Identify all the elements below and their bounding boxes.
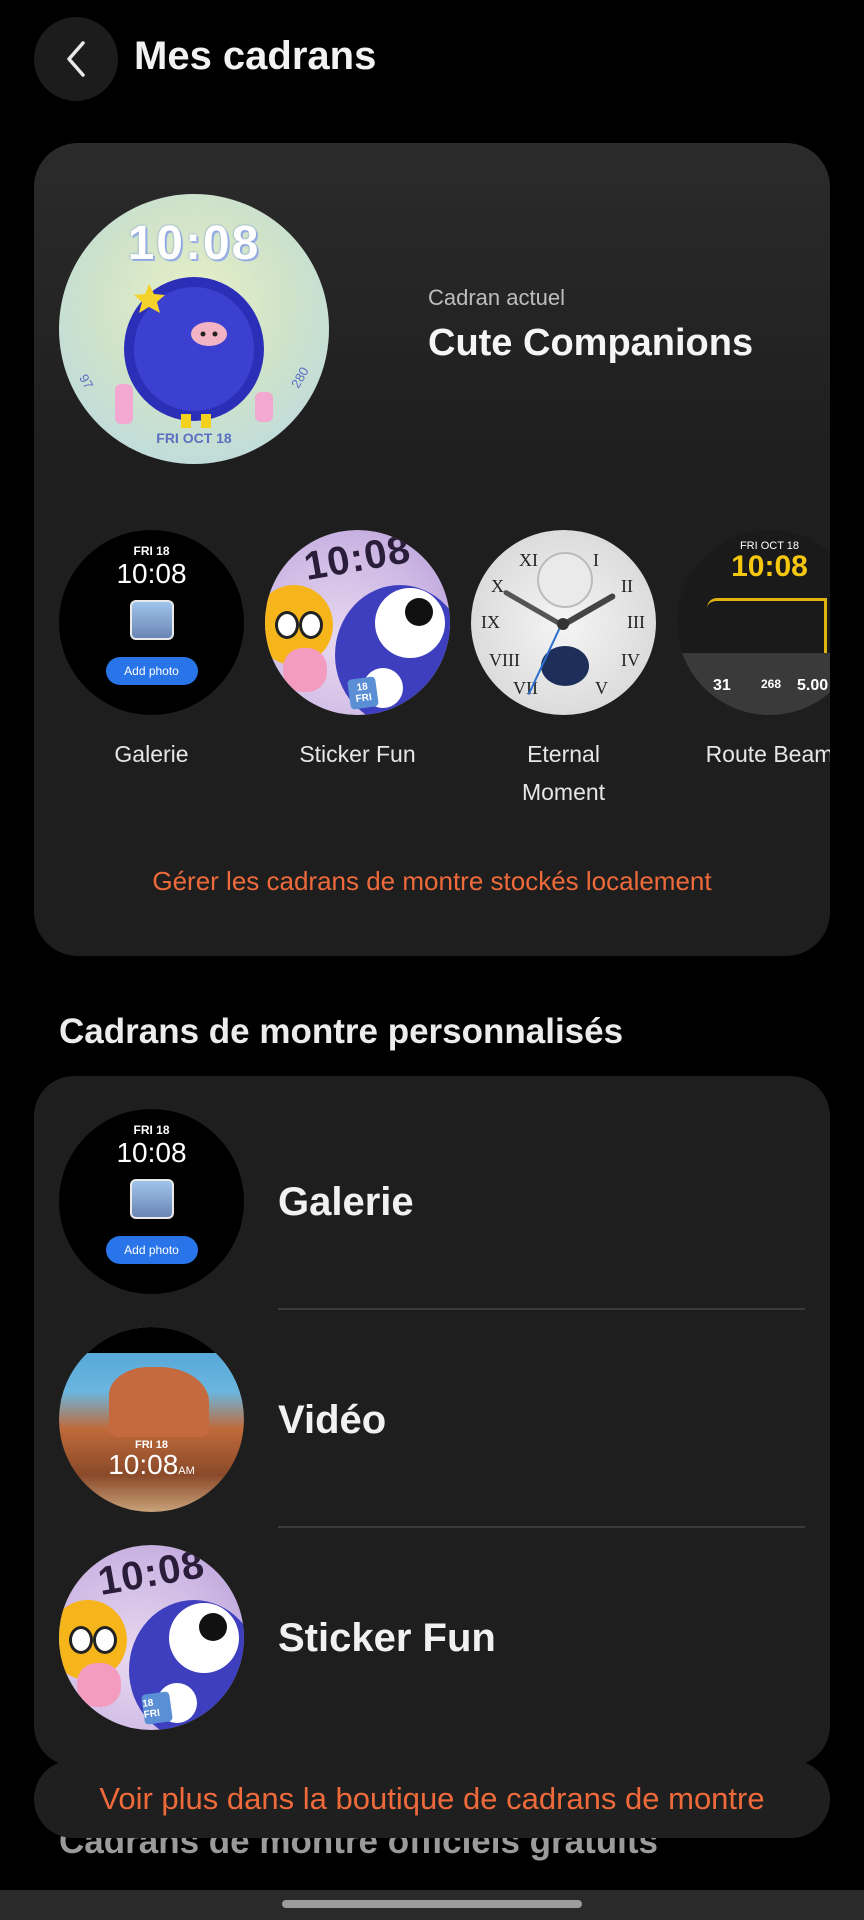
chevron-left-icon bbox=[67, 41, 85, 77]
home-indicator[interactable] bbox=[282, 1900, 582, 1908]
date-badge: 18 FRI bbox=[347, 676, 379, 710]
face-time-value: 10:08 bbox=[108, 1449, 179, 1480]
face-time: 10:08AM bbox=[59, 1449, 244, 1481]
carousel-item-label: Eternal Moment bbox=[471, 735, 656, 811]
face-time: 10:08 bbox=[300, 530, 415, 589]
current-face-preview[interactable]: 10:08 97 280 FRI OCT 18 bbox=[59, 194, 329, 464]
center-value: 268 bbox=[761, 677, 782, 691]
photo-icon bbox=[129, 600, 174, 640]
list-item-video[interactable]: FRI 18 10:08AM Vidéo bbox=[34, 1294, 830, 1512]
add-photo-button: Add photo bbox=[105, 657, 198, 685]
route-beam-face-thumbnail: FRI OCT 18 10:08 31 268 5.00 bbox=[677, 530, 830, 715]
installed-faces-carousel[interactable]: FRI 18 10:08 Add photo Galerie 10:08 18 … bbox=[34, 520, 830, 820]
sticker-fun-face-thumbnail: 10:08 18 FRI bbox=[59, 1545, 244, 1730]
sticker-fun-face-thumbnail: 10:08 18 FRI bbox=[265, 530, 450, 715]
custom-faces-section-title: Cadrans de montre personnalisés bbox=[59, 1012, 624, 1051]
carousel-item-eternal-moment[interactable]: XI I X II IX III VIII IV VII V Eternal M… bbox=[471, 530, 656, 811]
carousel-item-label: Route Beam bbox=[705, 741, 830, 767]
carousel-item-sticker-fun[interactable]: 10:08 18 FRI Sticker Fun bbox=[265, 530, 450, 773]
current-face-name: Cute Companions bbox=[428, 322, 754, 364]
video-face-thumbnail: FRI 18 10:08AM bbox=[59, 1327, 244, 1512]
eternal-moment-face-thumbnail: XI I X II IX III VIII IV VII V bbox=[471, 530, 656, 715]
current-face-right-number: 280 bbox=[288, 364, 313, 391]
list-item-label: Sticker Fun bbox=[278, 1615, 496, 1660]
manage-local-faces-link[interactable]: Gérer les cadrans de montre stockés loca… bbox=[34, 866, 830, 897]
face-time: 10:08 bbox=[731, 550, 808, 583]
back-button[interactable] bbox=[34, 17, 118, 101]
list-item-label: Galerie bbox=[278, 1179, 414, 1224]
current-face-label: Cadran actuel bbox=[428, 285, 565, 310]
list-item-galerie[interactable]: FRI 18 10:08 Add photo Galerie bbox=[34, 1076, 830, 1294]
list-item-label: Vidéo bbox=[278, 1397, 387, 1442]
label-line-1: Eternal bbox=[527, 741, 600, 767]
carousel-item-galerie[interactable]: FRI 18 10:08 Add photo Galerie bbox=[59, 530, 244, 773]
face-date: FRI 18 bbox=[133, 1123, 170, 1137]
list-item-sticker-fun[interactable]: 10:08 18 FRI Sticker Fun bbox=[34, 1512, 830, 1730]
date-badge: 18 FRI bbox=[141, 1691, 173, 1725]
face-time: 10:08 bbox=[94, 1545, 209, 1604]
carousel-item-route-beam[interactable]: FRI OCT 18 10:08 31 268 5.00 Route Beam bbox=[677, 530, 830, 773]
am-pm-label: AM bbox=[178, 1465, 195, 1477]
galerie-face-thumbnail: FRI 18 10:08 Add photo bbox=[59, 530, 244, 715]
add-photo-button: Add photo bbox=[105, 1236, 198, 1264]
face-date: FRI 18 bbox=[133, 544, 170, 558]
carousel-item-label: Sticker Fun bbox=[299, 741, 416, 767]
current-face-left-number: 97 bbox=[76, 371, 97, 392]
distance-value: 5.00 bbox=[797, 677, 829, 694]
page-title: Mes cadrans bbox=[134, 34, 377, 78]
face-time: 10:08 bbox=[116, 1137, 187, 1168]
fluffy-monster-illustration bbox=[115, 277, 273, 428]
current-face-time: 10:08 bbox=[127, 217, 261, 270]
face-time: 10:08 bbox=[116, 558, 187, 589]
current-face-date: FRI OCT 18 bbox=[156, 430, 232, 446]
carousel-item-label: Galerie bbox=[114, 741, 189, 767]
photo-icon bbox=[129, 1179, 174, 1219]
galerie-face-thumbnail: FRI 18 10:08 Add photo bbox=[59, 1109, 244, 1294]
watch-face-store-button[interactable]: Voir plus dans la boutique de cadrans de… bbox=[34, 1760, 830, 1838]
exercise-value: 31 bbox=[713, 677, 731, 694]
custom-faces-card: FRI 18 10:08 Add photo Galerie FRI 18 10… bbox=[34, 1076, 830, 1766]
label-line-2: Moment bbox=[521, 779, 606, 805]
